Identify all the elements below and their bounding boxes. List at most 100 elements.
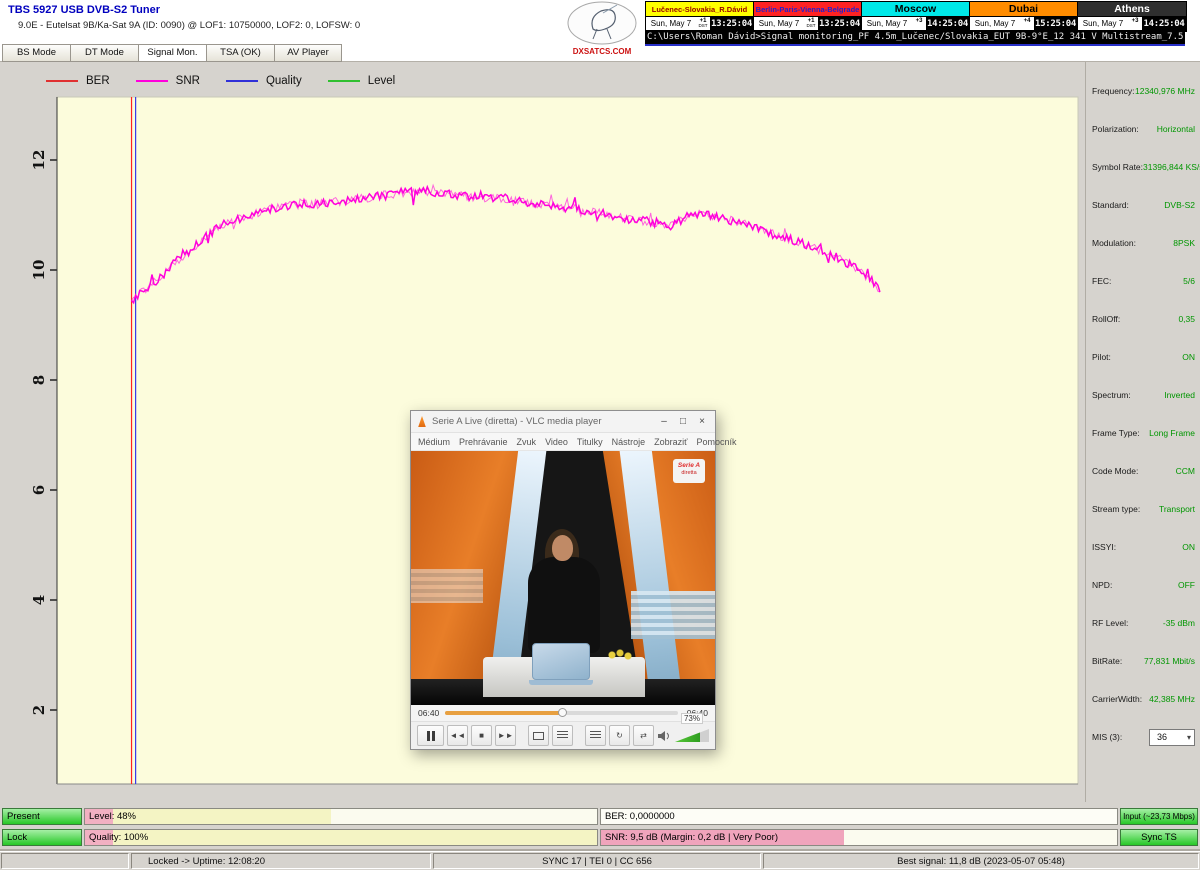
menu-n-stroje[interactable]: Nástroje <box>612 437 646 447</box>
extended-settings-button[interactable] <box>552 725 573 746</box>
menu-m-dium[interactable]: Médium <box>418 437 450 447</box>
studio-band-right <box>631 591 715 639</box>
param-row-carrierwidth: CarrierWidth:42,385 MHz <box>1092 680 1195 718</box>
level-bar: Level: 48% <box>84 808 598 825</box>
param-row-stream-type: Stream type:Transport <box>1092 490 1195 528</box>
channel-badge: Serie A diretta <box>673 459 705 483</box>
playlist-icon <box>590 731 601 740</box>
tab-av-player[interactable]: AV Player <box>274 44 342 62</box>
close-button[interactable]: × <box>695 416 709 427</box>
console-text: C:\Users\Roman Dávid>Signal monitoring_P… <box>647 32 1185 42</box>
playlist-button[interactable] <box>585 725 606 746</box>
mis-select[interactable]: 36 ▾ <box>1149 729 1195 746</box>
param-value: -35 dBm <box>1163 618 1195 628</box>
svg-text:4: 4 <box>30 595 48 605</box>
param-value: Horizontal <box>1157 124 1195 134</box>
dst-flag: DST <box>807 24 816 29</box>
fullscreen-button[interactable] <box>528 725 549 746</box>
clock-city-label: Lučenec-Slovakia_R.Dávid <box>646 2 753 17</box>
snr-label: SNR: 9,5 dB (Margin: 0,2 dB | Very Poor) <box>605 830 778 845</box>
clock-city-label: Moscow <box>862 2 969 17</box>
param-label: Polarization: <box>1092 124 1139 134</box>
level-label: Level: 48% <box>89 809 136 824</box>
clock-city-label: Athens <box>1078 2 1186 17</box>
param-label: Symbol Rate: <box>1092 162 1143 172</box>
param-row-pilot: Pilot:ON <box>1092 338 1195 376</box>
param-label: Modulation: <box>1092 238 1136 248</box>
stop-button[interactable]: ■ <box>471 725 492 746</box>
param-row-symbol-rate: Symbol Rate:31396,844 KS/s <box>1092 148 1195 186</box>
presenter-head <box>552 535 573 561</box>
clock-time: 13:25:04 <box>818 17 861 31</box>
clock-city-label: Berlin-Paris-Vienna-Belgrade <box>754 2 861 17</box>
clock-moscow: MoscowSun, May 7+314:25:04 <box>862 2 970 31</box>
param-row-issyi: ISSYI:ON <box>1092 528 1195 566</box>
vlc-video[interactable]: Serie A diretta <box>411 451 715 705</box>
param-value: CCM <box>1176 466 1195 476</box>
clock-utc-offset: +1DST <box>696 17 710 31</box>
menu-prehr-vanie[interactable]: Prehrávanie <box>459 437 508 447</box>
logo-text: DXSATCS.COM <box>563 47 641 56</box>
next-button[interactable]: ►► <box>495 725 516 746</box>
loop-button[interactable]: ↻ <box>609 725 630 746</box>
app-title: TBS 5927 USB DVB-S2 Tuner <box>8 4 160 16</box>
status-bar: Locked -> Uptime: 12:08:20 SYNC 17 | TEI… <box>0 851 1200 870</box>
clock-time-row: Sun, May 7+314:25:04 <box>862 17 969 31</box>
clock-time: 13:25:04 <box>710 17 753 31</box>
clock-time-row: Sun, May 7+1DST13:25:04 <box>646 17 753 31</box>
ber-label: BER: 0,0000000 <box>605 809 675 824</box>
lock-indicator: Lock <box>2 829 82 846</box>
param-row-standard: Standard:DVB-S2 <box>1092 186 1195 224</box>
shuffle-button[interactable]: ⇄ <box>633 725 654 746</box>
param-value: 8PSK <box>1173 238 1195 248</box>
speaker-icon[interactable] <box>657 730 671 742</box>
mis-label: MIS (3): <box>1092 732 1122 742</box>
tab-bs-mode[interactable]: BS Mode <box>2 44 70 62</box>
seek-handle[interactable] <box>558 708 567 717</box>
param-value: 5/6 <box>1183 276 1195 286</box>
svg-text:12: 12 <box>30 150 48 171</box>
menu-zvuk[interactable]: Zvuk <box>517 437 537 447</box>
maximize-button[interactable]: □ <box>676 416 690 427</box>
param-value: 77,831 Mbit/s <box>1144 656 1195 666</box>
param-label: RollOff: <box>1092 314 1120 324</box>
clock-date: Sun, May 7 <box>970 17 1020 31</box>
seek-bar[interactable] <box>445 711 678 715</box>
pause-button[interactable] <box>417 725 444 746</box>
param-value: DVB-S2 <box>1164 200 1195 210</box>
param-row-polarization: Polarization: Horizontal <box>1092 110 1195 148</box>
param-value: 0,35 <box>1178 314 1195 324</box>
status-best-signal: Best signal: 11,8 dB (2023-05-07 05:48) <box>763 853 1199 869</box>
param-value: 42,385 MHz <box>1149 694 1195 704</box>
minimize-button[interactable]: – <box>657 416 671 427</box>
clock-utc-offset: +3 <box>912 17 926 31</box>
menu-pomocn-k[interactable]: Pomocník <box>697 437 737 447</box>
menu-zobrazi[interactable]: Zobraziť <box>654 437 687 447</box>
ber-bar: BER: 0,0000000 <box>600 808 1118 825</box>
clock-lu-enec-slovakia-r-d-vid: Lučenec-Slovakia_R.DávidSun, May 7+1DST1… <box>646 2 754 31</box>
param-row-modulation: Modulation: 8PSK <box>1092 224 1195 262</box>
tab-tsa-ok[interactable]: TSA (OK) <box>206 44 274 62</box>
param-label: Code Mode: <box>1092 466 1138 476</box>
param-row-bitrate: BitRate:77,831 Mbit/s <box>1092 642 1195 680</box>
vlc-titlebar[interactable]: Serie A Live (diretta) - VLC media playe… <box>411 411 715 433</box>
quality-label: Quality: 100% <box>89 830 148 845</box>
utc-offset-value: +3 <box>1132 18 1139 24</box>
menu-titulky[interactable]: Titulky <box>577 437 603 447</box>
seek-fill <box>445 711 561 715</box>
tab-bar: BS ModeDT ModeSignal Mon.TSA (OK)AV Play… <box>2 44 342 62</box>
laptop <box>529 641 593 685</box>
menu-video[interactable]: Video <box>545 437 568 447</box>
tab-dt-mode[interactable]: DT Mode <box>70 44 138 62</box>
utc-offset-value: +3 <box>916 18 923 24</box>
svg-text:6: 6 <box>30 485 48 495</box>
snr-bar: SNR: 9,5 dB (Margin: 0,2 dB | Very Poor) <box>600 829 1118 846</box>
quality-bar: Quality: 100% <box>84 829 598 846</box>
param-row-fec: FEC:5/6 <box>1092 262 1195 300</box>
svg-text:10: 10 <box>30 260 48 281</box>
satellite-dish-icon <box>563 0 641 46</box>
tab-signal-mon[interactable]: Signal Mon. <box>138 44 206 62</box>
volume-slider[interactable] <box>675 729 709 742</box>
previous-button[interactable]: ◄◄ <box>447 725 468 746</box>
input-indicator: Input (~23,73 Mbps) <box>1120 808 1198 825</box>
